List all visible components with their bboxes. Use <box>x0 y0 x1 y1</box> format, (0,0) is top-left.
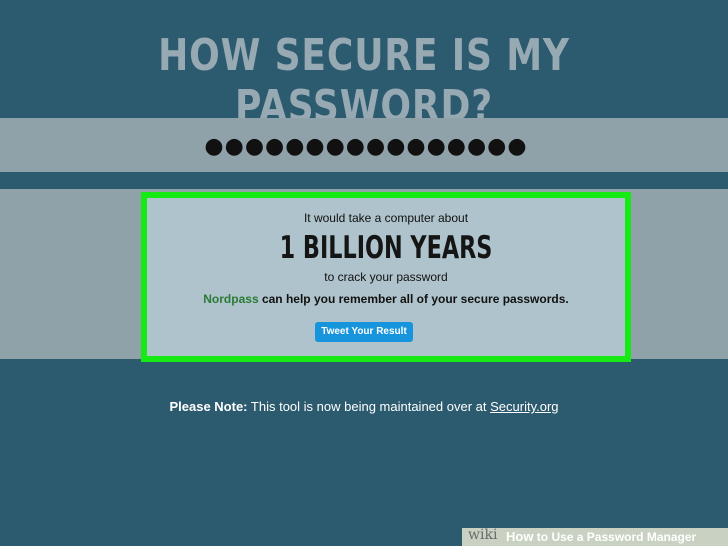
nordpass-link[interactable]: Nordpass <box>203 292 258 306</box>
maintenance-note: Please Note: This tool is now being main… <box>0 399 728 414</box>
tweet-result-button[interactable]: Tweet Your Result <box>315 322 413 342</box>
security-org-link[interactable]: Security.org <box>490 399 558 414</box>
promo-body: can help you remember all of your secure… <box>258 292 569 306</box>
note-label: Please Note: <box>169 399 248 414</box>
result-suffix-text: to crack your password <box>324 270 448 284</box>
page-title: HOW SECURE IS MY PASSWORD? <box>158 30 570 132</box>
promo-text: Nordpass can help you remember all of yo… <box>147 292 625 306</box>
result-panel: It would take a computer about 1 BILLION… <box>141 192 631 362</box>
watermark-caption: How to Use a Password Manager <box>506 529 696 544</box>
wikihow-logo: wiki <box>468 527 498 543</box>
crack-time: 1 BILLION YEARS <box>279 230 493 266</box>
note-text: This tool is now being maintained over a… <box>247 399 491 414</box>
watermark-rest: to Use a Password Manager <box>533 530 697 544</box>
result-lead-text: It would take a computer about <box>303 211 469 225</box>
password-band <box>0 118 728 174</box>
watermark-how: How <box>506 529 534 544</box>
password-input[interactable] <box>0 118 728 174</box>
